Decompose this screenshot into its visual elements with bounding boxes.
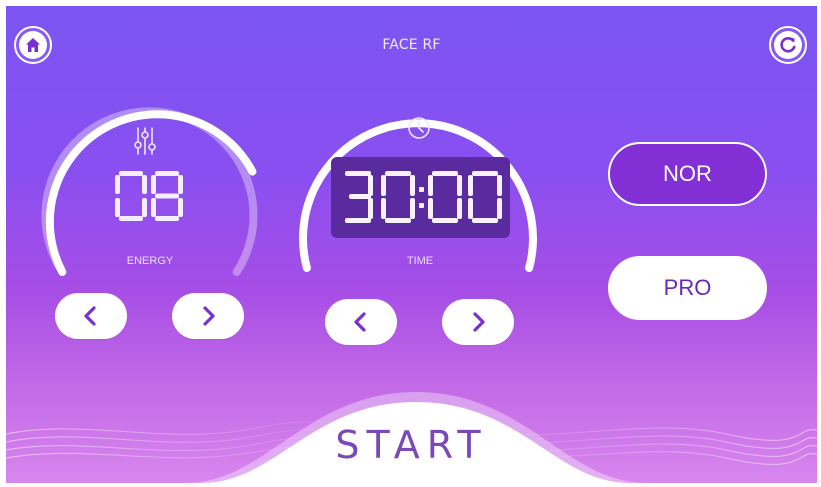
energy-digits <box>115 171 183 221</box>
chevron-right-icon <box>473 312 485 332</box>
time-label: TIME <box>406 255 434 267</box>
refresh-icon <box>780 37 796 53</box>
screen-title: FACE RF <box>382 37 441 53</box>
start-button[interactable]: START <box>6 423 817 467</box>
time-digits <box>345 171 502 223</box>
gauges-layer <box>6 107 817 483</box>
clock-icon <box>408 117 430 139</box>
home-icon <box>26 38 40 52</box>
energy-value <box>115 171 185 221</box>
chevron-right-icon <box>203 306 215 326</box>
time-decrease-button[interactable] <box>325 299 397 345</box>
pro-mode-button[interactable]: PRO <box>608 256 767 320</box>
sliders-icon <box>134 127 156 155</box>
energy-label: ENERGY <box>126 255 174 267</box>
home-button[interactable] <box>14 26 52 64</box>
refresh-button[interactable] <box>769 26 807 64</box>
chevron-left-icon <box>84 306 96 326</box>
time-display-box <box>331 157 510 238</box>
home-button-face <box>19 31 47 59</box>
nor-mode-button[interactable]: NOR <box>608 142 767 206</box>
refresh-button-face <box>774 31 802 59</box>
energy-increase-button[interactable] <box>172 293 244 339</box>
energy-decrease-button[interactable] <box>55 293 127 339</box>
device-screen: FACE RF ENERGY TIME NOR PRO START <box>6 6 817 483</box>
chevron-left-icon <box>354 312 366 332</box>
time-increase-button[interactable] <box>442 299 514 345</box>
